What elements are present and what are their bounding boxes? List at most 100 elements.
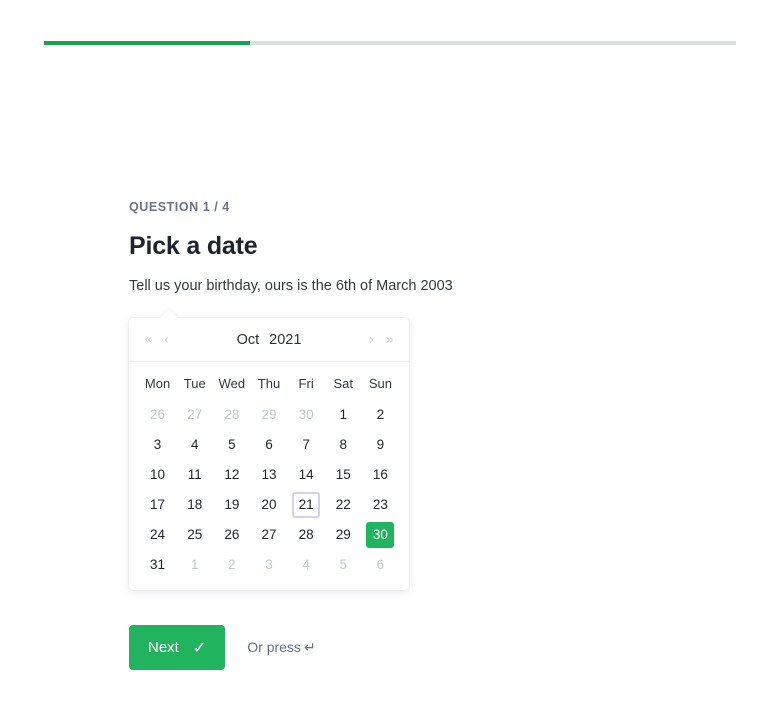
calendar-day-cell[interactable]: 24 — [139, 520, 176, 550]
calendar-day[interactable]: 20 — [255, 492, 283, 518]
calendar-day[interactable]: 8 — [329, 432, 357, 458]
calendar-day[interactable]: 30 — [292, 402, 320, 428]
calendar-day[interactable]: 1 — [181, 552, 209, 578]
calendar-day[interactable]: 6 — [255, 432, 283, 458]
calendar-day[interactable]: 14 — [292, 462, 320, 488]
calendar-day[interactable]: 6 — [366, 552, 394, 578]
calendar-day[interactable]: 7 — [292, 432, 320, 458]
calendar-day-cell[interactable]: 30 — [362, 520, 399, 550]
calendar-day[interactable]: 1 — [329, 402, 357, 428]
calendar-day-cell[interactable]: 12 — [213, 460, 250, 490]
calendar-day-cell[interactable]: 17 — [139, 490, 176, 520]
calendar-day-cell[interactable]: 16 — [362, 460, 399, 490]
calendar-day-cell[interactable]: 9 — [362, 430, 399, 460]
calendar-day[interactable]: 26 — [218, 522, 246, 548]
calendar-day-cell[interactable]: 26 — [213, 520, 250, 550]
calendar-day[interactable]: 12 — [218, 462, 246, 488]
calendar-day-cell[interactable]: 14 — [288, 460, 325, 490]
next-year-icon[interactable]: » — [382, 331, 397, 349]
calendar-day[interactable]: 24 — [144, 522, 172, 548]
calendar-day[interactable]: 31 — [144, 552, 172, 578]
calendar-day[interactable]: 29 — [255, 402, 283, 428]
calendar-day[interactable]: 16 — [366, 462, 394, 488]
calendar-day[interactable]: 27 — [255, 522, 283, 548]
calendar-day-cell[interactable]: 20 — [250, 490, 287, 520]
calendar-day-cell[interactable]: 27 — [176, 400, 213, 430]
calendar-day[interactable]: 22 — [329, 492, 357, 518]
calendar-weekday-row: Mon Tue Wed Thu Fri Sat Sun — [139, 368, 399, 400]
calendar-nav-prev-group: « ‹ — [141, 331, 172, 349]
enter-hint: Or press ↵ — [247, 639, 315, 656]
calendar-day[interactable]: 23 — [366, 492, 394, 518]
calendar-day-cell[interactable]: 31 — [139, 550, 176, 580]
next-month-icon[interactable]: › — [366, 331, 378, 349]
calendar-day-cell[interactable]: 2 — [213, 550, 250, 580]
calendar-day[interactable]: 10 — [144, 462, 172, 488]
calendar-day[interactable]: 2 — [366, 402, 394, 428]
calendar-day-cell[interactable]: 1 — [176, 550, 213, 580]
calendar-day-cell[interactable]: 8 — [325, 430, 362, 460]
calendar-day-cell[interactable]: 3 — [250, 550, 287, 580]
calendar-day[interactable]: 28 — [218, 402, 246, 428]
calendar-day-cell[interactable]: 19 — [213, 490, 250, 520]
calendar-day-cell[interactable]: 28 — [213, 400, 250, 430]
next-button-label: Next — [148, 639, 179, 656]
calendar-day-cell[interactable]: 5 — [213, 430, 250, 460]
weekday-header: Sun — [368, 376, 392, 391]
calendar-day-cell[interactable]: 30 — [288, 400, 325, 430]
calendar-day-cell[interactable]: 13 — [250, 460, 287, 490]
calendar-day-cell[interactable]: 28 — [288, 520, 325, 550]
calendar-day-cell[interactable]: 6 — [362, 550, 399, 580]
calendar-day-cell[interactable]: 10 — [139, 460, 176, 490]
calendar-day[interactable]: 29 — [329, 522, 357, 548]
calendar-day-cell[interactable]: 29 — [250, 400, 287, 430]
calendar-day[interactable]: 15 — [329, 462, 357, 488]
calendar-day-cell[interactable]: 2 — [362, 400, 399, 430]
calendar-day-cell[interactable]: 26 — [139, 400, 176, 430]
calendar-day-cell[interactable]: 25 — [176, 520, 213, 550]
calendar-day-cell[interactable]: 4 — [288, 550, 325, 580]
calendar-day-cell[interactable]: 21 — [288, 490, 325, 520]
calendar-day-cell[interactable]: 7 — [288, 430, 325, 460]
calendar-nav-next-group: › » — [366, 331, 397, 349]
calendar-day-cell[interactable]: 3 — [139, 430, 176, 460]
calendar-day-cell[interactable]: 11 — [176, 460, 213, 490]
prev-year-icon[interactable]: « — [141, 331, 156, 349]
calendar-day[interactable]: 17 — [144, 492, 172, 518]
calendar-year-label[interactable]: 2021 — [269, 332, 301, 348]
calendar-day-cell[interactable]: 27 — [250, 520, 287, 550]
calendar-day-cell[interactable]: 5 — [325, 550, 362, 580]
calendar-day[interactable]: 26 — [144, 402, 172, 428]
calendar-day-cell[interactable]: 6 — [250, 430, 287, 460]
calendar-week-row: 10 11 12 13 14 15 16 — [139, 460, 399, 490]
calendar-day-cell[interactable]: 29 — [325, 520, 362, 550]
calendar-day-cell[interactable]: 18 — [176, 490, 213, 520]
calendar-day[interactable]: 19 — [218, 492, 246, 518]
progress-bar-fill — [44, 41, 251, 45]
calendar-day-today[interactable]: 21 — [292, 492, 321, 518]
calendar-day[interactable]: 28 — [292, 522, 320, 548]
form-footer: Next ✓ Or press ↵ — [129, 625, 316, 670]
prev-month-icon[interactable]: ‹ — [161, 331, 173, 349]
calendar-day-cell[interactable]: 1 — [325, 400, 362, 430]
calendar-day[interactable]: 5 — [218, 432, 246, 458]
calendar-day[interactable]: 27 — [181, 402, 209, 428]
calendar-day[interactable]: 3 — [255, 552, 283, 578]
calendar-day[interactable]: 3 — [144, 432, 172, 458]
calendar-day[interactable]: 13 — [255, 462, 283, 488]
calendar-day-selected[interactable]: 30 — [366, 522, 395, 548]
calendar-day[interactable]: 2 — [218, 552, 246, 578]
next-button[interactable]: Next ✓ — [129, 625, 226, 670]
calendar-day[interactable]: 4 — [181, 432, 209, 458]
calendar-day[interactable]: 5 — [329, 552, 357, 578]
calendar-day[interactable]: 9 — [366, 432, 394, 458]
calendar-day-cell[interactable]: 22 — [325, 490, 362, 520]
calendar-day[interactable]: 4 — [292, 552, 320, 578]
calendar-day[interactable]: 18 — [181, 492, 209, 518]
calendar-day[interactable]: 25 — [181, 522, 209, 548]
calendar-day[interactable]: 11 — [181, 462, 209, 488]
calendar-day-cell[interactable]: 23 — [362, 490, 399, 520]
calendar-month-label[interactable]: Oct — [237, 332, 260, 348]
calendar-day-cell[interactable]: 4 — [176, 430, 213, 460]
calendar-day-cell[interactable]: 15 — [325, 460, 362, 490]
